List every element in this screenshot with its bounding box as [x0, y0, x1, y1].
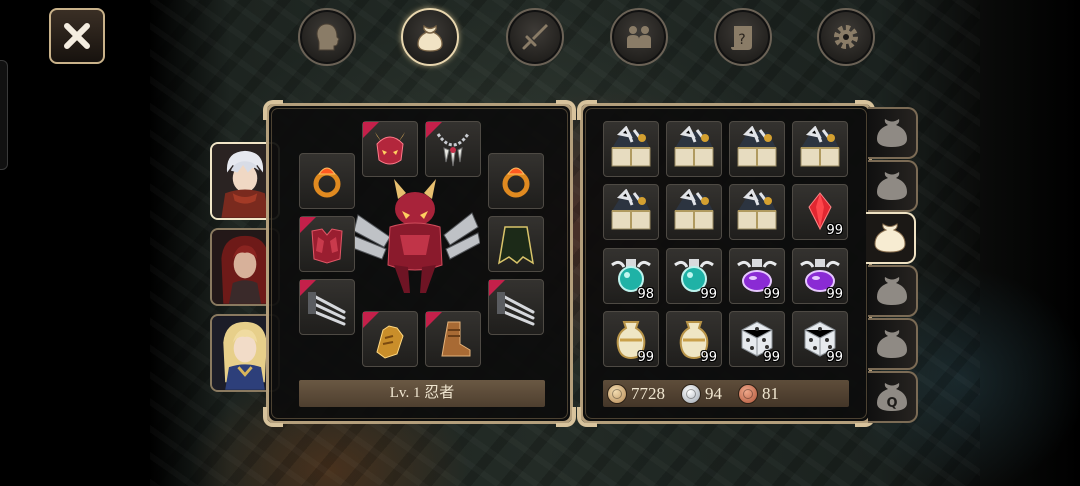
bag-icon: [877, 277, 907, 305]
bag-icon: [877, 172, 907, 200]
character-sprite: [349, 175, 481, 300]
screen-edge-handle: [0, 60, 8, 170]
equip-slot-necklace[interactable]: [425, 121, 481, 177]
menu-inventory-button[interactable]: [401, 8, 459, 66]
equip-slot-weapon-left[interactable]: [299, 279, 355, 335]
inventory-slot[interactable]: 99: [792, 248, 848, 304]
fire-ring-icon: [502, 167, 530, 198]
inventory-slot[interactable]: [792, 121, 848, 177]
golden-gauntlet-icon: [376, 325, 404, 359]
inventory-slot[interactable]: [603, 121, 659, 177]
treasure-chest-icon: [800, 126, 840, 167]
silver-coin-icon: [681, 383, 701, 404]
dark-cape-icon: [497, 226, 535, 265]
character-level-label: Lv. 1 忍者: [299, 380, 545, 407]
treasure-chest-icon: [674, 189, 714, 230]
fire-ring-icon: [313, 167, 341, 198]
inventory-slot[interactable]: [729, 121, 785, 177]
menu-quest-button[interactable]: ?: [714, 8, 772, 66]
bag-icon: [417, 24, 443, 52]
bag-tab-2[interactable]: [868, 160, 918, 212]
treasure-chest-icon: [611, 189, 651, 230]
dragon-helmet-icon: [375, 132, 405, 165]
bag-icon: [874, 223, 906, 253]
treasure-chest-icon: [611, 126, 651, 167]
inventory-slot[interactable]: 98: [603, 248, 659, 304]
inventory-slot[interactable]: 99: [603, 311, 659, 367]
svg-text:?: ?: [738, 32, 745, 48]
equip-slot-ring-right[interactable]: [488, 153, 544, 209]
leather-boots-icon: [441, 321, 471, 357]
gold-coin-icon: [607, 383, 627, 404]
gear-icon: [834, 25, 858, 49]
head-silhouette-icon: [316, 23, 340, 51]
bag-tab-1[interactable]: [868, 107, 918, 159]
menu-character-button[interactable]: [298, 8, 356, 66]
inventory-slot[interactable]: 99: [729, 248, 785, 304]
treasure-chest-icon: [737, 189, 777, 230]
claw-weapon-icon: [308, 292, 346, 326]
inventory-slot[interactable]: [603, 184, 659, 240]
menu-skills-button[interactable]: [506, 8, 564, 66]
scroll-icon: ?: [731, 26, 752, 50]
inventory-slot[interactable]: 99: [792, 184, 848, 240]
menu-settings-button[interactable]: [817, 8, 875, 66]
close-button[interactable]: [49, 8, 105, 64]
silver-amount: 94: [705, 383, 722, 403]
inventory-slot[interactable]: [666, 121, 722, 177]
claw-weapon-icon: [497, 292, 535, 326]
bag-tab-5[interactable]: [868, 318, 918, 370]
equip-slot-boots[interactable]: [425, 311, 481, 367]
sword-icon: [522, 24, 548, 50]
dragon-armor-icon: [311, 228, 343, 264]
people-icon: [627, 26, 651, 48]
bag-tab-3[interactable]: [866, 212, 916, 264]
inventory-slot[interactable]: [666, 184, 722, 240]
inventory-slot[interactable]: 99: [666, 248, 722, 304]
bag-icon: [877, 119, 907, 147]
equip-slot-armor[interactable]: [299, 216, 355, 272]
treasure-chest-icon: [674, 126, 714, 167]
equip-slot-helmet[interactable]: [362, 121, 418, 177]
inventory-slot[interactable]: [729, 184, 785, 240]
gold-amount: 7728: [631, 383, 665, 403]
inventory-slot[interactable]: 99: [792, 311, 848, 367]
bag-icon: [877, 330, 907, 358]
menu-party-button[interactable]: [610, 8, 668, 66]
equip-slot-ring-left[interactable]: [299, 153, 355, 209]
equip-slot-weapon-right[interactable]: [488, 279, 544, 335]
fang-necklace-icon: [436, 133, 470, 167]
inventory-slot[interactable]: 99: [729, 311, 785, 367]
bag-tab-4[interactable]: [868, 265, 918, 317]
bag-tab-quest[interactable]: Q: [868, 371, 918, 423]
close-icon: [64, 23, 90, 49]
treasure-chest-icon: [737, 126, 777, 167]
copper-amount: 81: [762, 383, 779, 403]
equip-slot-gloves[interactable]: [362, 311, 418, 367]
equip-slot-cape[interactable]: [488, 216, 544, 272]
quest-bag-icon: Q: [877, 383, 907, 411]
copper-coin-icon: [738, 383, 758, 404]
currency-bar: 7728 94 81: [603, 380, 849, 407]
bag-tab-quest-label: Q: [886, 396, 897, 411]
inventory-slot[interactable]: 99: [666, 311, 722, 367]
